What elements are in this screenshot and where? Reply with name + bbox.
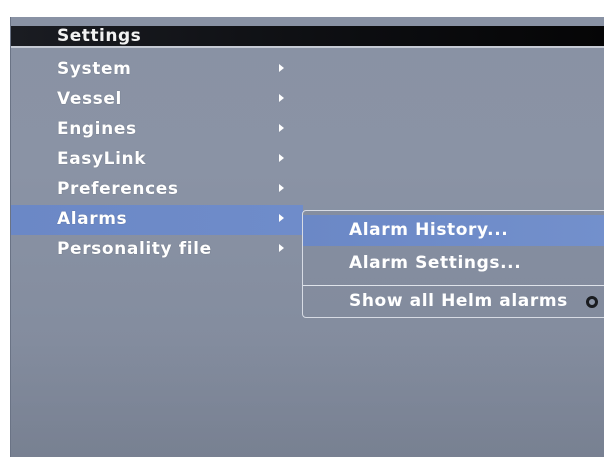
title-divider xyxy=(11,46,604,48)
chevron-right-icon xyxy=(279,244,284,252)
title-bar: Settings xyxy=(11,26,604,46)
menu-item-alarms[interactable]: Alarms xyxy=(11,205,303,235)
chevron-right-icon xyxy=(279,184,284,192)
menu-item-label: Preferences xyxy=(57,179,179,199)
chevron-right-icon xyxy=(279,214,284,222)
submenu-item-label: Alarm Settings... xyxy=(349,253,522,273)
submenu-divider xyxy=(303,285,604,286)
settings-screen: Settings System Vessel Engines EasyLink … xyxy=(10,17,604,457)
menu-item-system[interactable]: System xyxy=(11,55,303,85)
alarms-submenu: Alarm History... Alarm Settings... Show … xyxy=(302,210,604,318)
chevron-right-icon xyxy=(279,64,284,72)
radio-icon[interactable] xyxy=(586,296,598,308)
submenu-item-alarm-settings[interactable]: Alarm Settings... xyxy=(303,248,604,279)
menu-item-label: Personality file xyxy=(57,239,212,259)
menu-item-label: EasyLink xyxy=(57,149,147,169)
menu-item-label: Engines xyxy=(57,119,137,139)
menu-item-preferences[interactable]: Preferences xyxy=(11,175,303,205)
chevron-right-icon xyxy=(279,124,284,132)
background-shade xyxy=(11,337,604,457)
submenu-item-alarm-history[interactable]: Alarm History... xyxy=(303,215,604,246)
submenu-item-label: Alarm History... xyxy=(349,220,509,240)
menu-item-personality-file[interactable]: Personality file xyxy=(11,235,303,265)
menu-item-vessel[interactable]: Vessel xyxy=(11,85,303,115)
menu-item-engines[interactable]: Engines xyxy=(11,115,303,145)
menu-item-easylink[interactable]: EasyLink xyxy=(11,145,303,175)
submenu-item-show-all-helm-alarms[interactable]: Show all Helm alarms xyxy=(303,287,604,315)
page-title: Settings xyxy=(57,26,142,46)
chevron-right-icon xyxy=(279,154,284,162)
chevron-right-icon xyxy=(279,94,284,102)
submenu-item-label: Show all Helm alarms xyxy=(349,291,568,311)
menu-item-label: Vessel xyxy=(57,89,122,109)
menu-item-label: System xyxy=(57,59,132,79)
menu-item-label: Alarms xyxy=(57,209,128,229)
